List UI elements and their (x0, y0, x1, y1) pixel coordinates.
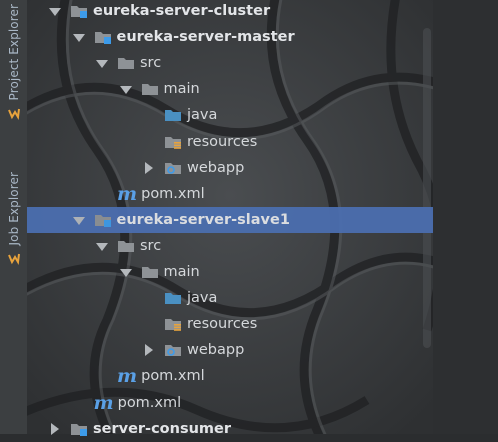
tree-row[interactable]: src (27, 50, 433, 76)
tree-row[interactable]: src (27, 233, 433, 259)
maven-icon: m (93, 391, 114, 414)
module-folder-icon (94, 212, 112, 228)
source-folder-icon (164, 290, 182, 306)
tree-row-label: pom.xml (141, 368, 205, 385)
tab-job-explorer-label: Job Explorer (6, 172, 21, 246)
collapse-arrow-icon[interactable] (119, 266, 132, 278)
tree-row-label: main (163, 264, 200, 280)
tree-row-label: pom.xml (141, 185, 205, 202)
tree-row-label: server-consumer (93, 420, 231, 437)
expand-arrow-icon[interactable] (142, 344, 154, 357)
tree-row[interactable]: m pom.xml (27, 390, 433, 416)
folder-icon (141, 81, 159, 97)
collapse-arrow-icon[interactable] (72, 214, 85, 226)
expand-arrow-icon[interactable] (48, 422, 60, 435)
tree-row[interactable]: main (27, 76, 433, 102)
tree-row[interactable]: java (27, 102, 433, 128)
folder-icon (117, 238, 135, 254)
editor-area (433, 0, 498, 434)
module-folder-icon (94, 29, 112, 45)
tree-row[interactable]: resources (27, 311, 433, 337)
collapse-arrow-icon[interactable] (95, 240, 108, 252)
tree-row-label: resources (187, 133, 258, 150)
source-folder-icon (164, 107, 182, 123)
tree-row-label: java (187, 107, 218, 124)
expand-arrow-icon[interactable] (142, 161, 154, 174)
tree-row-label: resources (187, 316, 258, 333)
tab-job-explorer[interactable]: Job Explorer (0, 172, 27, 266)
tree-row[interactable]: webapp (27, 155, 433, 181)
tab-project-explorer[interactable]: Project Explorer (0, 4, 27, 121)
project-explorer-icon (7, 109, 20, 121)
tree-row-label: eureka-server-master (116, 29, 295, 46)
tree-row[interactable]: main (27, 259, 433, 285)
maven-icon: m (117, 365, 138, 388)
resources-folder-icon (164, 134, 182, 150)
job-explorer-icon (7, 254, 20, 266)
tree-row-label: src (140, 55, 162, 72)
folder-icon (117, 55, 135, 71)
tree-row-label: main (163, 81, 200, 98)
tree-row-label: pom.xml (117, 394, 182, 411)
tree-row-label: eureka-server-slave1 (116, 211, 290, 228)
tree-row[interactable]: server-consumer (27, 416, 433, 442)
collapse-arrow-icon[interactable] (119, 83, 132, 95)
tree-row[interactable]: java (27, 285, 433, 311)
web-folder-icon (164, 160, 182, 176)
tree-row[interactable]: m pom.xml (27, 181, 433, 207)
tree-row[interactable]: eureka-server-master (27, 24, 433, 50)
tree-row[interactable]: webapp (27, 337, 433, 363)
module-folder-icon (70, 421, 88, 437)
folder-icon (141, 264, 159, 280)
collapse-arrow-icon[interactable] (72, 31, 85, 43)
tree-row-label: webapp (187, 342, 245, 359)
maven-icon: m (117, 182, 138, 205)
side-tool-strip: Project Explorer Job Explorer (0, 0, 28, 434)
tree-row[interactable]: resources (27, 129, 433, 155)
tree-row-label: java (187, 290, 218, 307)
tree-row[interactable]: eureka-server-cluster (27, 0, 433, 24)
tab-project-explorer-label: Project Explorer (6, 4, 21, 101)
tree-row-label: eureka-server-cluster (93, 3, 271, 19)
tree-row-label: webapp (187, 159, 245, 176)
collapse-arrow-icon[interactable] (48, 5, 61, 17)
module-folder-icon (70, 3, 88, 19)
web-folder-icon (164, 342, 182, 358)
resources-folder-icon (164, 316, 182, 332)
collapse-arrow-icon[interactable] (95, 57, 108, 69)
tree-row[interactable]: m pom.xml (27, 363, 433, 389)
tree-row[interactable]: eureka-server-slave1 (27, 206, 433, 233)
tree-row-label: src (140, 237, 162, 254)
